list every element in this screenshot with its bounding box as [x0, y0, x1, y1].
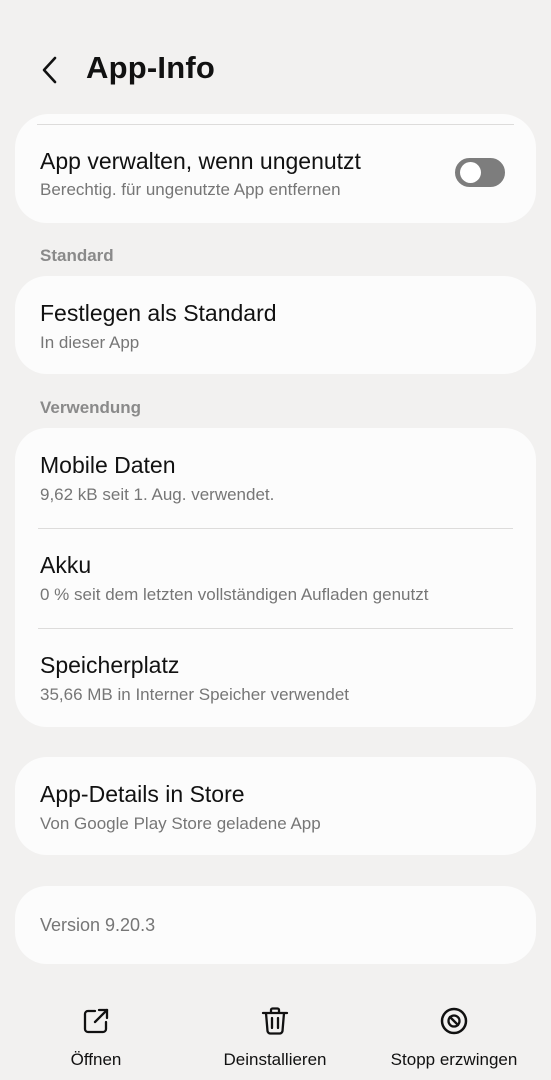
- mobile-data-subtitle: 9,62 kB seit 1. Aug. verwendet.: [40, 485, 275, 504]
- manage-unused-toggle[interactable]: [455, 158, 505, 187]
- open-external-icon: [83, 1008, 109, 1034]
- force-stop-label: Stopp erzwingen: [390, 1050, 518, 1069]
- battery-title: Akku: [40, 552, 92, 578]
- section-label-standard: Standard: [40, 246, 114, 265]
- store-details-title: App-Details in Store: [40, 781, 245, 807]
- open-button[interactable]: Öffnen: [40, 990, 152, 1080]
- uninstall-button[interactable]: Deinstallieren: [205, 990, 345, 1080]
- divider: [37, 124, 514, 125]
- set-as-default-subtitle: In dieser App: [40, 333, 140, 352]
- set-as-default-card[interactable]: Festlegen als Standard In dieser App: [15, 276, 536, 374]
- usage-item-battery[interactable]: Akku 0 % seit dem letzten vollständigen …: [15, 528, 536, 628]
- open-label: Öffnen: [70, 1050, 122, 1069]
- version-card: Version 9.20.3: [15, 886, 536, 964]
- uninstall-label: Deinstallieren: [223, 1050, 327, 1069]
- battery-subtitle: 0 % seit dem letzten vollständigen Aufla…: [40, 585, 429, 604]
- page-title: App-Info: [86, 50, 215, 85]
- app-bar: App-Info: [0, 0, 551, 110]
- force-stop-button[interactable]: Stopp erzwingen: [380, 990, 528, 1080]
- manage-unused-subtitle: Berechtig. für ungenutzte App entfernen: [40, 180, 341, 199]
- usage-card: Mobile Daten 9,62 kB seit 1. Aug. verwen…: [15, 428, 536, 727]
- version-text: Version 9.20.3: [40, 915, 156, 935]
- usage-item-storage[interactable]: Speicherplatz 35,66 MB in Interner Speic…: [15, 628, 536, 727]
- store-details-card[interactable]: App-Details in Store Von Google Play Sto…: [15, 757, 536, 855]
- back-button[interactable]: [30, 48, 70, 92]
- store-details-subtitle: Von Google Play Store geladene App: [40, 814, 321, 833]
- manage-unused-card[interactable]: App verwalten, wenn ungenutzt Berechtig.…: [15, 114, 536, 223]
- mobile-data-title: Mobile Daten: [40, 452, 176, 478]
- back-arrow-icon: [42, 56, 57, 84]
- section-label-usage: Verwendung: [40, 398, 142, 417]
- force-stop-icon: [440, 1007, 468, 1035]
- set-as-default-title: Festlegen als Standard: [40, 300, 277, 326]
- trash-icon: [261, 1007, 289, 1035]
- manage-unused-title: App verwalten, wenn ungenutzt: [40, 148, 361, 174]
- bottom-action-bar: Öffnen Deinstallieren Stopp erzwingen: [0, 990, 551, 1080]
- storage-subtitle: 35,66 MB in Interner Speicher verwendet: [40, 685, 350, 704]
- toggle-knob: [460, 162, 481, 183]
- storage-title: Speicherplatz: [40, 652, 180, 678]
- usage-item-mobile-data[interactable]: Mobile Daten 9,62 kB seit 1. Aug. verwen…: [15, 428, 536, 528]
